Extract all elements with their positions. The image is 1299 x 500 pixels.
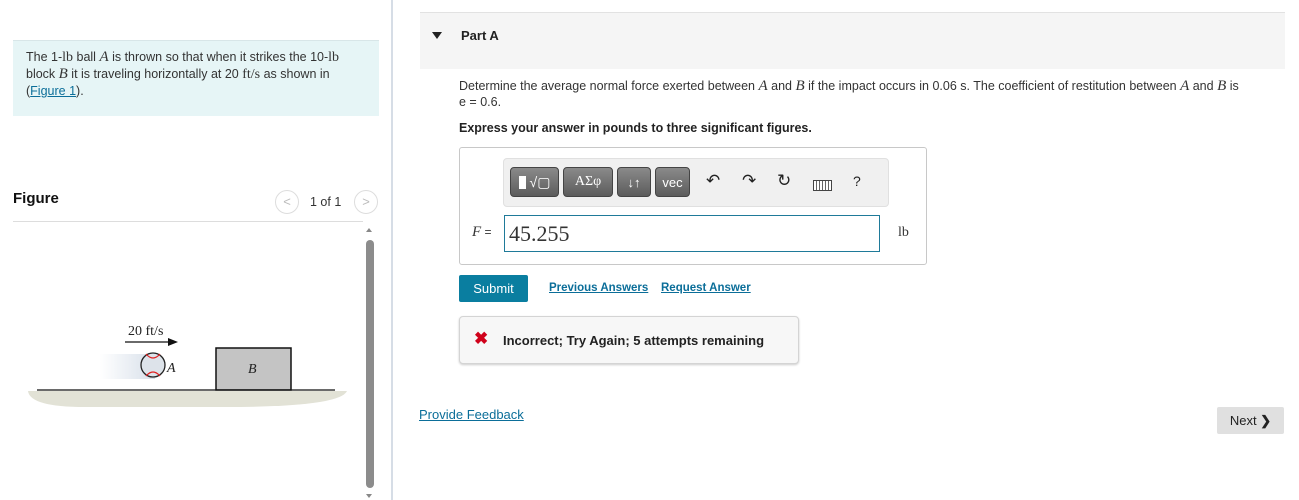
fraction-root-icon [518, 175, 526, 189]
text: e = 0.6. [459, 95, 502, 109]
speed-label: 20 ft/s [128, 324, 163, 339]
next-figure-button[interactable]: > [354, 190, 378, 214]
next-label: Next [1229, 413, 1257, 428]
figure-link[interactable]: Figure 1 [30, 84, 76, 98]
block-label: B [248, 362, 257, 377]
prev-figure-button[interactable]: < [275, 190, 299, 214]
part-a-header[interactable]: Part A [420, 12, 1285, 69]
ball-a [140, 352, 166, 378]
panel-divider [391, 0, 393, 500]
redo-icon[interactable]: ↷ [742, 171, 756, 191]
var-a: A [758, 78, 768, 94]
text: is thrown so that when it strikes the 10… [108, 50, 329, 64]
reset-icon[interactable]: ↻ [777, 171, 791, 191]
provide-feedback-link[interactable]: Provide Feedback [419, 407, 524, 422]
vec-button[interactable]: vec [655, 167, 690, 197]
figure-image: 20 ft/s A B [28, 324, 347, 407]
collapse-triangle-icon [432, 32, 442, 39]
feedback-message: Incorrect; Try Again; 5 attempts remaini… [503, 333, 765, 348]
math-toolbar: √▢ ΑΣφ ↓↑ vec ↶ ↷ ↻ ? [503, 158, 889, 207]
var-b: B [58, 66, 68, 82]
answer-box: √▢ ΑΣφ ↓↑ vec ↶ ↷ ↻ ? F = 45.255 lb [459, 147, 927, 265]
unit: ft/s [242, 67, 261, 82]
previous-answers-link[interactable]: Previous Answers [549, 282, 648, 294]
text: block [26, 67, 59, 81]
undo-icon[interactable]: ↶ [706, 171, 720, 191]
text: as shown in [260, 67, 330, 81]
submit-button[interactable]: Submit [459, 275, 528, 302]
text: is [1226, 79, 1239, 93]
keyboard-icon[interactable] [813, 180, 832, 191]
unit: lb [328, 50, 340, 65]
text: The 1- [26, 50, 63, 64]
text: and [1189, 79, 1218, 93]
var-a: A [1180, 78, 1190, 94]
text: and [767, 79, 796, 93]
ground [28, 391, 347, 407]
problem-statement: The 1-lb ball A is thrown so that when i… [13, 40, 379, 116]
question-text: Determine the average normal force exert… [459, 78, 1289, 110]
var-b: B [1217, 78, 1227, 94]
request-answer-link[interactable]: Request Answer [661, 282, 751, 294]
greek-button[interactable]: ΑΣφ [563, 167, 613, 197]
text: ). [76, 84, 84, 98]
var-a: A [99, 49, 109, 65]
text: = [481, 225, 492, 239]
text: if the impact occurs in 0.06 s. The coef… [804, 79, 1181, 93]
scroll-down-icon[interactable] [366, 494, 372, 498]
answer-input[interactable]: 45.255 [504, 215, 880, 252]
scroll-up-icon[interactable] [366, 228, 372, 232]
figure-heading: Figure [13, 190, 59, 207]
ball-label: A [166, 361, 176, 376]
answer-variable: F = [472, 224, 492, 241]
text: it is traveling horizontally at 20 [67, 67, 243, 81]
text: Determine the average normal force exert… [459, 79, 759, 93]
next-button[interactable]: Next ❯ [1217, 407, 1284, 434]
text: ball [73, 50, 100, 64]
instruction: Express your answer in pounds to three s… [459, 121, 812, 135]
var-f: F [472, 224, 482, 240]
var-b: B [795, 78, 805, 94]
feedback-box: ✖ Incorrect; Try Again; 5 attempts remai… [459, 316, 799, 364]
part-title: Part A [461, 28, 499, 43]
figure-pager: 1 of 1 [310, 195, 342, 209]
arrow-head-icon [168, 338, 178, 346]
chevron-right-icon: ❯ [1260, 413, 1272, 428]
scrollbar-thumb[interactable] [366, 240, 374, 488]
divider [13, 221, 363, 222]
unit: lb [62, 50, 74, 65]
incorrect-x-icon: ✖ [474, 329, 489, 348]
arrows-button[interactable]: ↓↑ [617, 167, 651, 197]
template-button[interactable]: √▢ [510, 167, 559, 197]
help-button[interactable]: ? [853, 173, 861, 189]
answer-unit: lb [898, 225, 909, 240]
